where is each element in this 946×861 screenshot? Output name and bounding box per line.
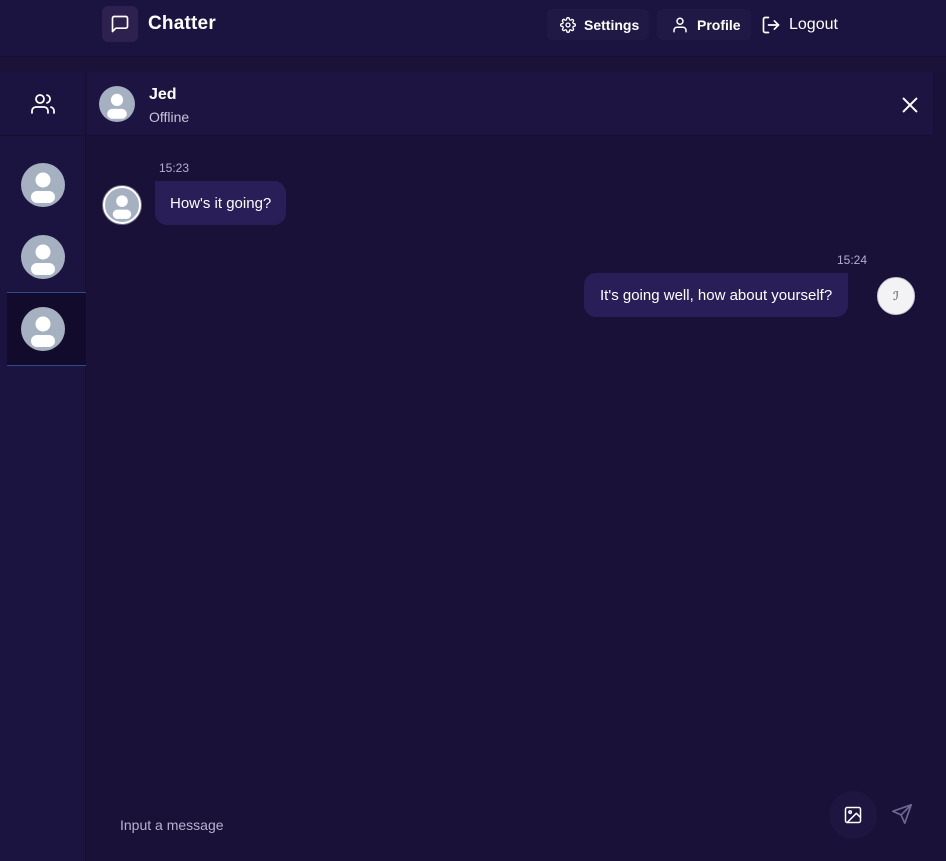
message-input[interactable] — [107, 802, 807, 848]
attach-image-button[interactable] — [829, 791, 877, 839]
gear-icon — [560, 16, 576, 33]
default-avatar-icon — [107, 93, 127, 119]
message-bubble-incoming: How's it going? — [155, 181, 287, 225]
avatar — [21, 163, 65, 207]
avatar — [21, 307, 65, 351]
send-button[interactable] — [887, 799, 917, 829]
users-icon[interactable] — [31, 92, 55, 116]
settings-label: Settings — [584, 16, 640, 33]
default-avatar-icon — [31, 244, 55, 275]
avatar-glyph: ℐ — [893, 289, 899, 303]
contacts-sidebar — [0, 72, 86, 861]
close-icon[interactable] — [899, 94, 921, 116]
sidebar-header — [0, 72, 86, 136]
default-avatar-icon — [112, 195, 132, 219]
contact-name: Jed — [149, 86, 177, 103]
profile-button[interactable]: Profile — [657, 9, 751, 40]
app-logo[interactable] — [102, 6, 138, 42]
send-icon — [892, 804, 912, 824]
settings-button[interactable]: Settings — [547, 9, 649, 40]
my-avatar: ℐ — [877, 277, 915, 315]
contact-item-selected[interactable] — [7, 292, 86, 366]
message-composer — [87, 782, 946, 861]
avatar — [21, 235, 65, 279]
contact-status: Offline — [149, 109, 190, 125]
logout-label: Logout — [789, 15, 838, 33]
log-out-icon — [762, 16, 780, 33]
top-navbar: Chatter Settings Profile Logout — [0, 0, 946, 57]
message-timestamp: 15:24 — [837, 253, 868, 267]
logout-button[interactable]: Logout — [760, 9, 850, 40]
user-icon — [673, 17, 687, 32]
message-timestamp: 15:23 — [159, 161, 190, 175]
chat-header: Jed Offline — [87, 72, 933, 136]
image-icon — [844, 806, 862, 824]
profile-label: Profile — [697, 16, 741, 33]
message-square-icon — [111, 15, 129, 33]
message-avatar — [103, 186, 141, 224]
contact-avatar — [99, 86, 135, 122]
chat-panel: Jed Offline 15:23 How's it going? 15:24 … — [0, 72, 946, 861]
default-avatar-icon — [31, 316, 55, 347]
contact-item[interactable] — [7, 221, 86, 293]
chat-area: Jed Offline 15:23 How's it going? 15:24 … — [87, 72, 946, 861]
message-bubble-outgoing: It's going well, how about yourself? — [584, 273, 849, 317]
contact-item[interactable] — [7, 149, 86, 221]
default-avatar-icon — [31, 172, 55, 203]
app-title[interactable]: Chatter — [148, 13, 216, 35]
